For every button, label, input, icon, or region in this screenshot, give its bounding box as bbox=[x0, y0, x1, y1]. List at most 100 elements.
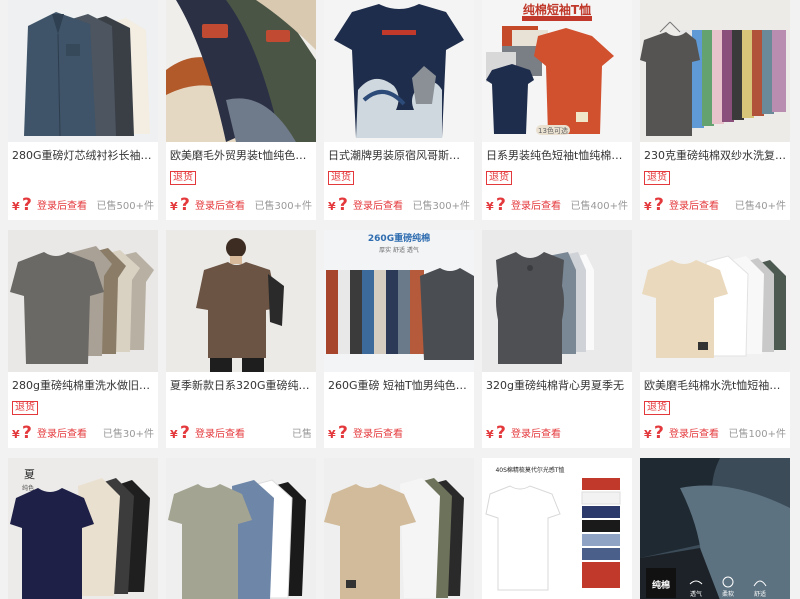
product-image[interactable] bbox=[166, 458, 316, 599]
currency-symbol: ¥ bbox=[486, 200, 494, 213]
sold-count: 已售300+件 bbox=[254, 201, 312, 212]
product-card[interactable]: 欧美磨毛纯棉水洗t恤短袖纯色 退货 ¥ ? 登录后查看 已售100+件 bbox=[640, 230, 790, 448]
banner-text: 40S棉精梳莫代尔光感T恤 bbox=[495, 466, 564, 474]
product-card[interactable]: 230克重磅纯棉双纱水洗复古纯色t恤男款日系 退货 ¥ ? 登录后查看 已售40… bbox=[640, 0, 790, 220]
login-to-view-link[interactable]: 登录后查看 bbox=[195, 425, 245, 440]
product-title[interactable]: 320g重磅纯棉背心男夏季无 bbox=[482, 379, 632, 395]
price-row: ¥ ? 登录后查看 bbox=[482, 423, 632, 443]
product-card[interactable]: 夏季新款日系320G重磅纯棉短 ¥ ? 登录后查看 已售 bbox=[166, 230, 316, 448]
currency-symbol: ¥ bbox=[12, 200, 20, 213]
product-card[interactable]: 欧美磨毛外贸男装t恤纯色短袖 退货 ¥ ? 登录后查看 已售300+件 bbox=[166, 0, 316, 220]
product-title[interactable]: 230克重磅纯棉双纱水洗复古纯色t恤男款日系 bbox=[640, 149, 790, 165]
currency-symbol: ¥ bbox=[170, 200, 178, 213]
login-to-view-link[interactable]: 登录后查看 bbox=[37, 425, 87, 440]
product-title[interactable]: 欧美磨毛外贸男装t恤纯色短袖 bbox=[166, 149, 316, 165]
sold-count: 已售500+件 bbox=[96, 201, 154, 212]
product-grid: 280G重磅灯芯绒衬衫长袖男春秋款宽松韩版休闲翻领衬衣外套潮 ¥ ? 登录后查看… bbox=[0, 0, 800, 599]
product-image[interactable] bbox=[640, 230, 790, 372]
price-value: ? bbox=[338, 195, 348, 215]
currency-symbol: ¥ bbox=[170, 428, 178, 441]
sold-count: 已售100+件 bbox=[728, 429, 786, 440]
price-row: ¥ ? 登录后查看 已售40+件 bbox=[640, 195, 790, 215]
return-badge: 退货 bbox=[12, 401, 38, 415]
product-card[interactable]: 纯棉 透气 柔软 舒适 bbox=[640, 458, 790, 599]
price-row: ¥ ? 登录后查看 已售300+件 bbox=[324, 195, 474, 215]
banner-subtitle: 厚实 舒适 透气 bbox=[379, 246, 419, 254]
product-card[interactable]: 280g重磅纯棉重洗水做旧磨破o 退货 ¥ ? 登录后查看 已售30+件 bbox=[8, 230, 158, 448]
return-badge: 退货 bbox=[328, 171, 354, 185]
product-image[interactable] bbox=[166, 230, 316, 372]
product-card[interactable]: 纯棉短袖T恤 13色可选 日系男装纯色短袖t恤纯棉男士 退货 ¥ ? 登录后查看… bbox=[482, 0, 632, 220]
currency-symbol: ¥ bbox=[644, 428, 652, 441]
sold-count: 已售30+件 bbox=[102, 429, 154, 440]
return-badge: 退货 bbox=[644, 171, 670, 185]
price-row: ¥ ? 登录后查看 已售 bbox=[166, 423, 316, 443]
product-image[interactable] bbox=[324, 458, 474, 599]
product-image[interactable]: 夏 纯色 bbox=[8, 458, 158, 599]
currency-symbol: ¥ bbox=[644, 200, 652, 213]
product-card[interactable]: 260G重磅纯棉 厚实 舒适 透气 260G重磅 短袖T恤男纯色圆领 ¥ ? 登… bbox=[324, 230, 474, 448]
product-title[interactable]: 日式潮牌男装原宿风哥斯拉元 bbox=[324, 149, 474, 165]
product-card[interactable] bbox=[166, 458, 316, 599]
price-value: ? bbox=[180, 423, 190, 443]
feature-label: 透气 bbox=[690, 590, 702, 598]
currency-symbol: ¥ bbox=[328, 200, 336, 213]
price-value: ? bbox=[180, 195, 190, 215]
currency-symbol: ¥ bbox=[486, 428, 494, 441]
price-row: ¥ ? 登录后查看 已售400+件 bbox=[482, 195, 632, 215]
product-card[interactable]: 日式潮牌男装原宿风哥斯拉元 退货 ¥ ? 登录后查看 已售300+件 bbox=[324, 0, 474, 220]
product-image[interactable] bbox=[640, 0, 790, 142]
product-title[interactable]: 欧美磨毛纯棉水洗t恤短袖纯色 bbox=[640, 379, 790, 395]
sold-count: 已售400+件 bbox=[570, 201, 628, 212]
product-title[interactable]: 夏季新款日系320G重磅纯棉短 bbox=[166, 379, 316, 395]
price-value: ? bbox=[654, 423, 664, 443]
price-row: ¥ ? 登录后查看 bbox=[324, 423, 474, 443]
login-to-view-link[interactable]: 登录后查看 bbox=[669, 197, 719, 212]
login-to-view-link[interactable]: 登录后查看 bbox=[353, 425, 403, 440]
login-to-view-link[interactable]: 登录后查看 bbox=[195, 197, 245, 212]
feature-label: 舒适 bbox=[754, 590, 766, 598]
product-image[interactable]: 260G重磅纯棉 厚实 舒适 透气 bbox=[324, 230, 474, 372]
price-row: ¥ ? 登录后查看 已售100+件 bbox=[640, 423, 790, 443]
product-card[interactable]: 280G重磅灯芯绒衬衫长袖男春秋款宽松韩版休闲翻领衬衣外套潮 ¥ ? 登录后查看… bbox=[8, 0, 158, 220]
product-image[interactable] bbox=[8, 0, 158, 142]
product-card[interactable]: 320g重磅纯棉背心男夏季无 ¥ ? 登录后查看 bbox=[482, 230, 632, 448]
product-image[interactable] bbox=[166, 0, 316, 142]
product-title[interactable]: 280g重磅纯棉重洗水做旧磨破o bbox=[8, 379, 158, 395]
material-badge: 纯棉 bbox=[652, 579, 670, 591]
product-title[interactable]: 260G重磅 短袖T恤男纯色圆领 bbox=[324, 379, 474, 395]
price-value: ? bbox=[654, 195, 664, 215]
price-value: ? bbox=[338, 423, 348, 443]
price-value: ? bbox=[22, 423, 32, 443]
brand-text: 夏 bbox=[24, 468, 35, 481]
color-count-badge: 13色可选 bbox=[538, 126, 568, 135]
product-title[interactable]: 日系男装纯色短袖t恤纯棉男士 bbox=[482, 149, 632, 165]
product-image[interactable]: 40S棉精梳莫代尔光感T恤 bbox=[482, 458, 632, 599]
price-value: ? bbox=[22, 195, 32, 215]
sold-count: 已售40+件 bbox=[734, 201, 786, 212]
price-value: ? bbox=[496, 195, 506, 215]
product-image[interactable] bbox=[8, 230, 158, 372]
product-title[interactable]: 280G重磅灯芯绒衬衫长袖男春秋款宽松韩版休闲翻领衬衣外套潮 bbox=[8, 149, 158, 165]
return-badge: 退货 bbox=[170, 171, 196, 185]
price-row: ¥ ? 登录后查看 已售30+件 bbox=[8, 423, 158, 443]
product-card[interactable]: 40S棉精梳莫代尔光感T恤 bbox=[482, 458, 632, 599]
login-to-view-link[interactable]: 登录后查看 bbox=[511, 197, 561, 212]
login-to-view-link[interactable]: 登录后查看 bbox=[511, 425, 561, 440]
login-to-view-link[interactable]: 登录后查看 bbox=[669, 425, 719, 440]
sold-count: 已售300+件 bbox=[412, 201, 470, 212]
product-image[interactable]: 纯棉 透气 柔软 舒适 bbox=[640, 458, 790, 599]
currency-symbol: ¥ bbox=[328, 428, 336, 441]
currency-symbol: ¥ bbox=[12, 428, 20, 441]
login-to-view-link[interactable]: 登录后查看 bbox=[353, 197, 403, 212]
product-card[interactable] bbox=[324, 458, 474, 599]
login-to-view-link[interactable]: 登录后查看 bbox=[37, 197, 87, 212]
return-badge: 退货 bbox=[644, 401, 670, 415]
product-card[interactable]: 夏 纯色 bbox=[8, 458, 158, 599]
product-image[interactable]: 纯棉短袖T恤 13色可选 bbox=[482, 0, 632, 142]
sold-count: 已售 bbox=[292, 429, 312, 440]
product-image[interactable] bbox=[482, 230, 632, 372]
banner-text: 纯棉短袖T恤 bbox=[523, 2, 591, 17]
product-image[interactable] bbox=[324, 0, 474, 142]
price-value: ? bbox=[496, 423, 506, 443]
